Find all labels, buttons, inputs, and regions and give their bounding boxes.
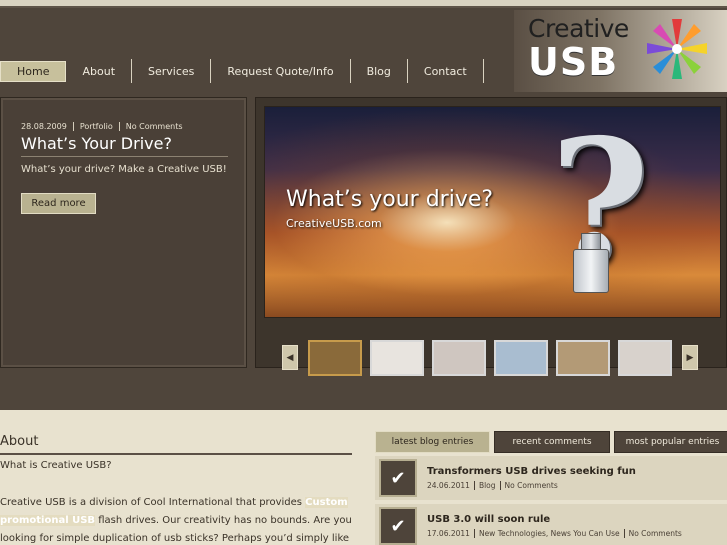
slider-thumb-5[interactable] bbox=[556, 340, 610, 376]
nav-blog[interactable]: Blog bbox=[351, 59, 408, 83]
blog-entry-comments[interactable]: No Comments bbox=[625, 529, 686, 538]
main-nav: Home About Services Request Quote/Info B… bbox=[0, 59, 484, 83]
featured-post-panel: 28.08.2009 Portfolio No Comments What’s … bbox=[0, 97, 247, 368]
nav-home[interactable]: Home bbox=[0, 60, 67, 82]
usb-body-graphic bbox=[573, 249, 609, 293]
blog-entry[interactable]: ✔ USB 3.0 will soon rule 17.06.2011 New … bbox=[375, 504, 727, 545]
blog-entry-meta: 24.06.2011 Blog No Comments bbox=[427, 481, 636, 490]
slide-image[interactable]: ? What’s your drive? CreativeUSB.com bbox=[264, 106, 721, 318]
logo-text-usb: USB bbox=[528, 40, 619, 84]
about-question: What is Creative USB? bbox=[0, 460, 112, 471]
slide-headline: What’s your drive? bbox=[286, 187, 494, 212]
check-icon: ✔ bbox=[379, 459, 417, 497]
blog-entry-title[interactable]: Transformers USB drives seeking fun bbox=[427, 466, 636, 477]
flower-logo-icon bbox=[647, 19, 707, 79]
blog-entry-category[interactable]: Blog bbox=[475, 481, 501, 490]
post-meta: 28.08.2009 Portfolio No Comments bbox=[21, 122, 189, 131]
slider-thumb-4[interactable] bbox=[494, 340, 548, 376]
blog-entry[interactable]: ✔ Transformers USB drives seeking fun 24… bbox=[375, 456, 727, 500]
usb-plug-graphic bbox=[581, 233, 601, 250]
logo[interactable]: Creative USB bbox=[514, 10, 727, 92]
post-title[interactable]: What’s Your Drive? bbox=[21, 134, 228, 157]
check-icon: ✔ bbox=[379, 507, 417, 545]
post-comments-link[interactable]: No Comments bbox=[120, 122, 189, 131]
blog-entry-date: 17.06.2011 bbox=[427, 529, 475, 538]
tab-recent-comments[interactable]: recent comments bbox=[494, 431, 610, 453]
blog-entry-title[interactable]: USB 3.0 will soon rule bbox=[427, 514, 686, 525]
nav-contact[interactable]: Contact bbox=[408, 59, 484, 83]
about-heading: About bbox=[0, 434, 352, 455]
blog-entry-date: 24.06.2011 bbox=[427, 481, 475, 490]
nav-request-quote[interactable]: Request Quote/Info bbox=[211, 59, 351, 83]
post-excerpt: What’s your drive? Make a Creative USB! bbox=[21, 164, 227, 175]
slider-thumb-1[interactable] bbox=[308, 340, 362, 376]
nav-services[interactable]: Services bbox=[132, 59, 212, 83]
slider-thumb-2[interactable] bbox=[370, 340, 424, 376]
logo-text-creative: Creative bbox=[528, 14, 629, 43]
blog-entry-list: ✔ Transformers USB drives seeking fun 24… bbox=[375, 456, 727, 545]
read-more-button[interactable]: Read more bbox=[21, 193, 96, 214]
about-body-pre: Creative USB is a division of Cool Inter… bbox=[0, 497, 306, 508]
post-category-link[interactable]: Portfolio bbox=[74, 122, 120, 131]
slider-panel: ? What’s your drive? CreativeUSB.com ◀ ▶ bbox=[255, 97, 727, 376]
blog-tabs: latest blog entries recent comments most… bbox=[375, 431, 727, 453]
post-date: 28.08.2009 bbox=[21, 122, 74, 131]
slider-thumbnails bbox=[308, 340, 672, 376]
blog-entry-category[interactable]: New Technologies, News You Can Use bbox=[475, 529, 625, 538]
tab-latest-blog-entries[interactable]: latest blog entries bbox=[375, 431, 490, 453]
arrow-left-icon[interactable]: ◀ bbox=[282, 345, 298, 370]
slide-subtitle: CreativeUSB.com bbox=[286, 217, 382, 230]
about-body: Creative USB is a division of Cool Inter… bbox=[0, 494, 354, 545]
blog-entry-meta: 17.06.2011 New Technologies, News You Ca… bbox=[427, 529, 686, 538]
tab-most-popular-entries[interactable]: most popular entries bbox=[614, 431, 727, 453]
arrow-right-icon[interactable]: ▶ bbox=[682, 345, 698, 370]
nav-about[interactable]: About bbox=[66, 59, 133, 83]
slider-thumb-6[interactable] bbox=[618, 340, 672, 376]
slide-background bbox=[265, 107, 720, 317]
slider-thumb-3[interactable] bbox=[432, 340, 486, 376]
blog-entry-comments[interactable]: No Comments bbox=[501, 481, 562, 490]
